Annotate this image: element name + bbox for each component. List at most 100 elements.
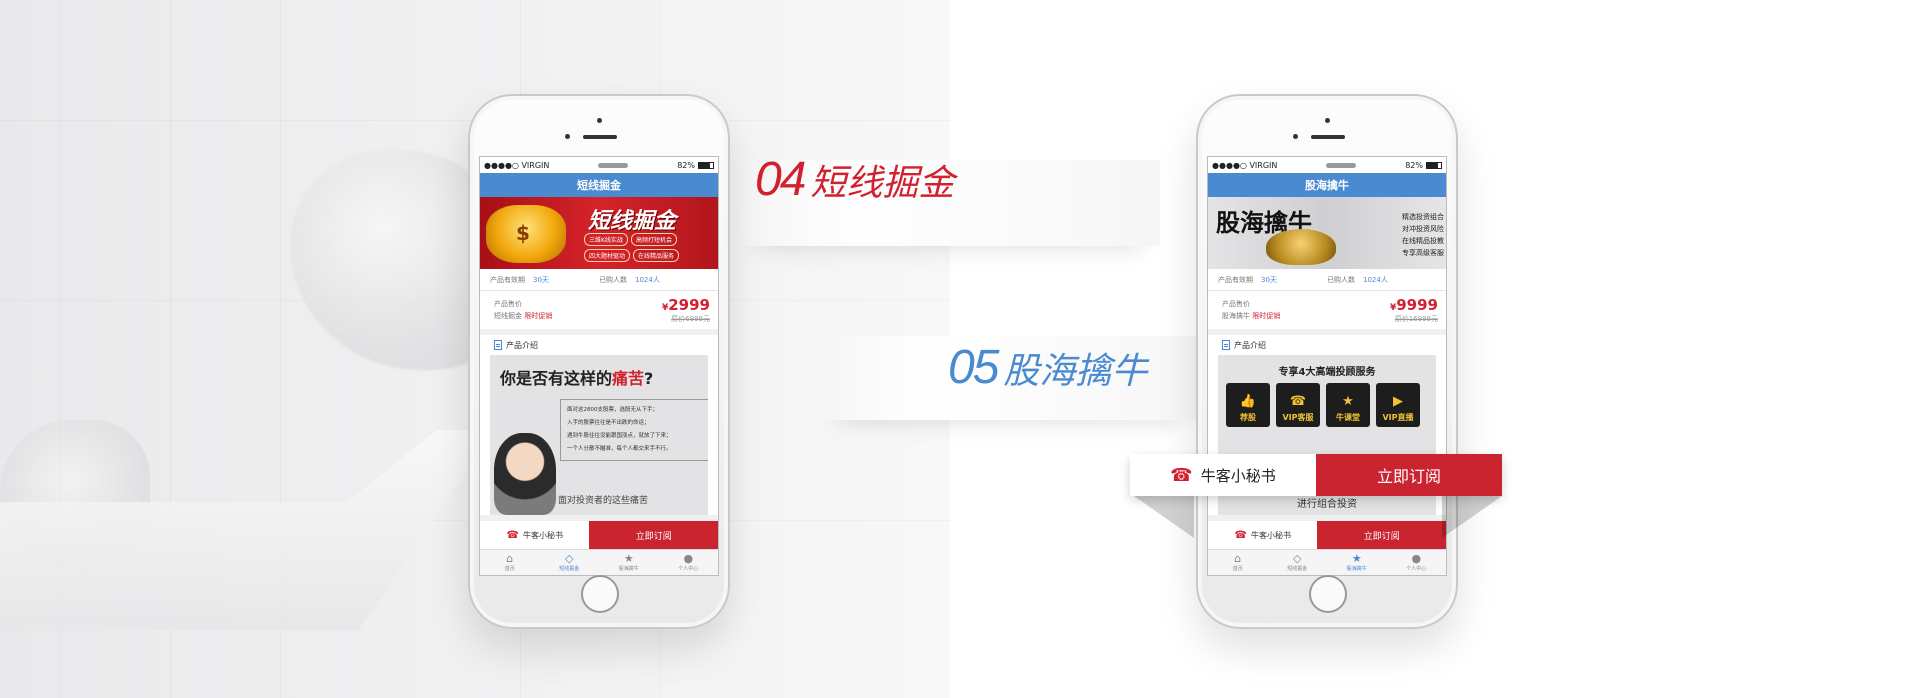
nav-title: 短线掘金 (480, 173, 718, 197)
battery-icon (697, 161, 714, 169)
original-price: 原价16999元 (1394, 315, 1438, 323)
tab-short-term[interactable]: ◇ 短线掘金 (1268, 550, 1328, 575)
buyers-label: 已购人数 (1327, 275, 1355, 284)
intro-image: 你是否有这样的痛苦? 面对这2800支股票，选股无从下手； 入手的股票往往是不出… (490, 355, 708, 515)
subscribe-button[interactable]: 立即订阅 (589, 521, 718, 549)
list-item: 一个人分散不瞄准，每个人都交来手不行。 (567, 446, 672, 452)
phone-mockup-short-term: ●●●●○ VIRGIN 82% 短线掘金 $ 短线掘金 三维K线实战 高频打短… (468, 94, 730, 629)
document-icon (1222, 340, 1230, 350)
price-row: 产品售价 短线掘金 限时促销 ¥2999 原价6999元 (480, 291, 718, 329)
thumb-up-icon: 👍 (1239, 394, 1257, 409)
section-name: 短线掘金 (810, 163, 955, 204)
price-label: 产品售价 (1222, 300, 1250, 308)
list-item: 专享高级客服 (1402, 249, 1444, 257)
notch (598, 162, 629, 168)
banner-tag: 高频打短机会 (630, 233, 677, 246)
intro-body: 你是否有这样的痛苦? 面对这2800支股票，选股无从下手； 入手的股票往往是不出… (480, 355, 718, 515)
list-item: 在线精品投教 (1402, 237, 1444, 245)
speaker-grille (1311, 135, 1345, 139)
price-value: ¥9999 (1389, 296, 1438, 314)
banner-tag: 在线精品服务 (633, 249, 680, 262)
camera-dot (1325, 118, 1330, 123)
list-item: 对冲投资风险 (1402, 225, 1444, 233)
vip-support-icon: ☎ (1289, 394, 1307, 409)
home-button[interactable] (581, 575, 619, 613)
subscribe-button[interactable]: 立即订阅 (1316, 454, 1502, 496)
assistant-button[interactable]: ☎ 牛客小秘书 (480, 521, 590, 549)
diamond-icon: ◇ (565, 552, 574, 565)
diamond-icon: ◇ (1293, 552, 1302, 565)
validity-value: 30天 (533, 275, 549, 284)
home-button[interactable] (1309, 575, 1347, 613)
tab-home[interactable]: ⌂ 首页 (480, 550, 540, 575)
intro-header: 产品介绍 (1208, 335, 1446, 355)
banner-tags: 三维K线实战 高频打短机会 四大题材驱动 在线精品服务 (584, 233, 714, 262)
battery-icon (1425, 161, 1442, 169)
money-bag-icon: $ (486, 205, 566, 263)
banner-features: 精选投资组合 对冲投资风险 在线精品投教 专享高级客服 (1354, 211, 1444, 259)
subscribe-button[interactable]: 立即订阅 (1317, 521, 1446, 549)
promo-tag: 限时促销 (1252, 312, 1281, 320)
price-value: ¥2999 (661, 296, 710, 314)
cta-bar: ☎ 牛客小秘书 立即订阅 (480, 521, 718, 549)
worried-woman-image (494, 433, 556, 515)
product-banner[interactable]: $ 短线掘金 三维K线实战 高频打短机会 四大题材驱动 在线精品服务 (480, 197, 718, 269)
star-icon: ★ (1342, 394, 1354, 409)
product-info-row: 产品有效期 30天 已购人数 1024人 (1208, 269, 1446, 291)
cta-bar: ☎ 牛客小秘书 立即订阅 (1208, 521, 1446, 549)
status-bar: ●●●●○ VIRGIN 82% (480, 157, 718, 173)
tab-stock-bull[interactable]: ★ 股海擒牛 (1327, 550, 1387, 575)
service-recommend[interactable]: 👍 荐股 (1226, 383, 1270, 427)
carrier-label: ●●●●○ VIRGIN (1212, 160, 1278, 170)
banner-title: 短线掘金 (588, 209, 677, 234)
assistant-button[interactable]: ☎ 牛客小秘书 (1208, 521, 1318, 549)
golden-bull-image (1266, 229, 1336, 265)
tab-stock-bull[interactable]: ★ 股海擒牛 (599, 550, 659, 575)
product-banner[interactable]: 股海擒牛 精选投资组合 对冲投资风险 在线精品投教 专享高级客服 (1208, 197, 1446, 269)
dollar-sign: $ (516, 221, 530, 245)
assistant-label: 牛客小秘书 (1250, 530, 1291, 540)
product-name: 短线掘金 (494, 312, 522, 320)
banner-tag: 三维K线实战 (584, 233, 628, 246)
services-subtitle: 进行组合投资 (1297, 499, 1357, 510)
tab-profile[interactable]: ● 个人中心 (1387, 550, 1447, 575)
list-item: 入手的股票往往是不出跌的命运； (567, 420, 650, 426)
list-item: 遇到牛股往往没能跟国涨点，就放了下来； (567, 433, 672, 439)
section-number: 04 (755, 153, 806, 206)
status-bar: ●●●●○ VIRGIN 82% (1208, 157, 1446, 173)
original-price: 原价6999元 (671, 315, 710, 323)
section-name: 股海擒牛 (1003, 351, 1148, 392)
services-title: 专享4大高端投顾服务 (1278, 367, 1376, 378)
intro-heading: 你是否有这样的痛苦? (500, 369, 654, 388)
sensor-dot (565, 134, 570, 139)
tab-short-term[interactable]: ◇ 短线掘金 (540, 550, 600, 575)
cta-callout: ☎ 牛客小秘书 立即订阅 (1130, 454, 1502, 496)
section-number: 05 (948, 341, 999, 394)
tab-home[interactable]: ⌂ 首页 (1208, 550, 1268, 575)
service-vip-support[interactable]: ☎ VIP客服 (1276, 383, 1320, 427)
promo-tag: 限时促销 (524, 312, 553, 320)
document-icon (494, 340, 502, 350)
speaker-grille (583, 135, 617, 139)
assistant-label: 牛客小秘书 (1200, 466, 1276, 485)
user-icon: ● (683, 552, 694, 565)
section-05-title: 05 股海擒牛 (948, 340, 1147, 395)
camera-dot (597, 118, 602, 123)
service-live[interactable]: ▶ VIP直播 (1376, 383, 1420, 427)
buyers-label: 已购人数 (599, 275, 627, 284)
intro-subtitle: 面对投资者的这些痛苦 (558, 496, 649, 506)
phone-screen: ●●●●○ VIRGIN 82% 股海擒牛 股海擒牛 精选投资组合 对冲投资风险… (1207, 156, 1447, 576)
phone-mockup-stock-bull: ●●●●○ VIRGIN 82% 股海擒牛 股海擒牛 精选投资组合 对冲投资风险… (1196, 94, 1458, 629)
carrier-label: ●●●●○ VIRGIN (484, 160, 550, 170)
assistant-label: 牛客小秘书 (522, 530, 563, 540)
intro-label: 产品介绍 (1234, 340, 1266, 350)
nav-title: 股海擒牛 (1208, 173, 1446, 197)
product-name: 股海擒牛 (1222, 312, 1250, 320)
tab-profile[interactable]: ● 个人中心 (659, 550, 719, 575)
battery-indicator: 82% (1405, 161, 1442, 170)
assistant-button[interactable]: ☎ 牛客小秘书 (1130, 454, 1316, 496)
star-icon: ★ (623, 552, 634, 565)
star-icon: ★ (1351, 552, 1362, 565)
service-classroom[interactable]: ★ 牛课堂 (1326, 383, 1370, 427)
list-item: 精选投资组合 (1402, 213, 1444, 221)
